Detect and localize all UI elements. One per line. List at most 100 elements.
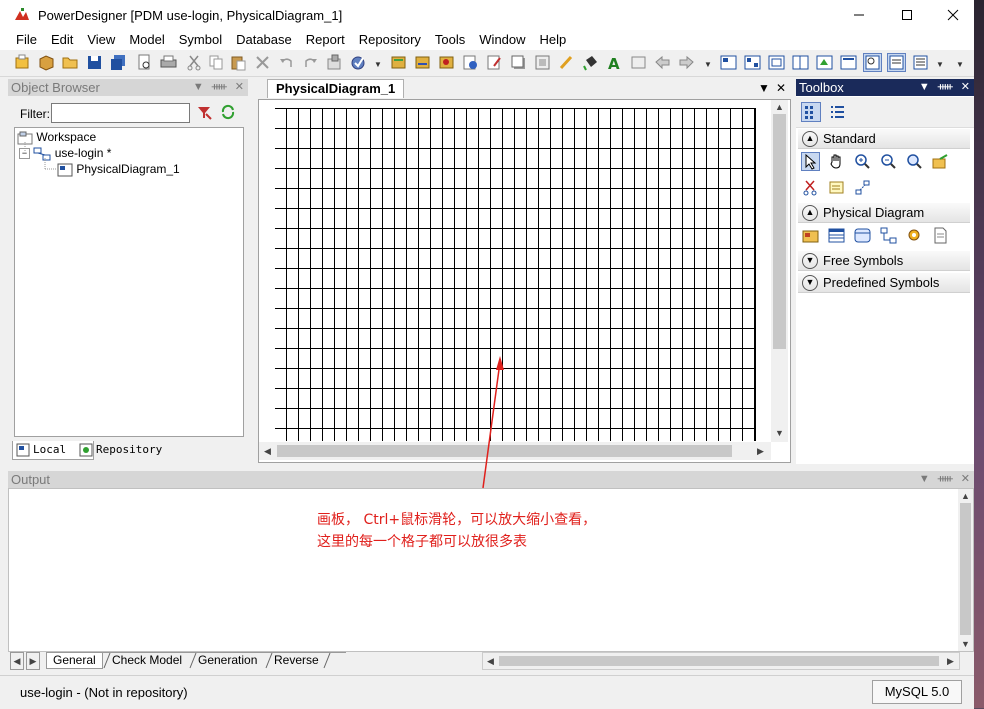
view-tool-icon[interactable] bbox=[854, 227, 871, 244]
output-scroll-down-icon[interactable]: ▼ bbox=[961, 639, 970, 649]
toolbox-menu-icon[interactable]: ▼ bbox=[919, 81, 930, 93]
fill-color-icon[interactable] bbox=[582, 54, 599, 71]
scroll-right-icon[interactable]: ▶ bbox=[757, 446, 764, 457]
toolbox-pin-icon[interactable]: ᚔ bbox=[938, 81, 953, 93]
new-model-icon[interactable] bbox=[14, 54, 31, 71]
redo-icon[interactable] bbox=[302, 54, 319, 71]
tab-physical-diagram[interactable]: PhysicalDiagram_1 bbox=[267, 79, 405, 98]
menu-repository[interactable]: Repository bbox=[352, 30, 428, 50]
note-icon[interactable] bbox=[630, 54, 647, 71]
menu-symbol[interactable]: Symbol bbox=[172, 30, 229, 50]
print-preview-icon[interactable] bbox=[136, 54, 153, 71]
clear-filter-icon[interactable] bbox=[196, 104, 212, 120]
scroll-left-icon[interactable]: ◀ bbox=[264, 446, 271, 457]
vertical-scroll-thumb[interactable] bbox=[773, 114, 786, 349]
reverse-engineer-icon[interactable] bbox=[414, 54, 431, 71]
package-tool-icon[interactable] bbox=[802, 227, 819, 244]
generate-database-icon[interactable] bbox=[390, 54, 407, 71]
output-h-scroll-thumb[interactable] bbox=[499, 656, 939, 666]
print-icon[interactable] bbox=[160, 54, 177, 71]
toolbar-overflow-3-icon[interactable]: ▼ bbox=[936, 60, 944, 69]
copy-icon[interactable] bbox=[208, 54, 225, 71]
save-all-icon[interactable] bbox=[110, 54, 127, 71]
properties-icon[interactable] bbox=[326, 54, 343, 71]
output-scroll-up-icon[interactable]: ▲ bbox=[961, 491, 970, 501]
open-folder-icon[interactable] bbox=[62, 54, 79, 71]
output-vertical-scrollbar[interactable]: ▲ ▼ bbox=[958, 489, 973, 651]
diagram-close-icon[interactable]: ✕ bbox=[776, 81, 786, 95]
reference-tool-icon[interactable] bbox=[880, 227, 897, 244]
menu-tools[interactable]: Tools bbox=[428, 30, 472, 50]
status-database[interactable]: MySQL 5.0 bbox=[872, 680, 962, 704]
menu-model[interactable]: Model bbox=[122, 30, 171, 50]
toolbox-group-free-symbols[interactable]: ▼ Free Symbols bbox=[798, 251, 970, 271]
procedure-tool-icon[interactable] bbox=[906, 227, 923, 244]
zoom-out-icon[interactable] bbox=[880, 153, 897, 170]
zoom-object-icon[interactable] bbox=[906, 153, 923, 170]
forward-icon[interactable] bbox=[678, 54, 695, 71]
toolbar-overflow-icon[interactable]: ▼ bbox=[374, 60, 382, 69]
toolbox-group-standard[interactable]: ▲ Standard bbox=[798, 129, 970, 149]
paste-icon[interactable] bbox=[230, 54, 247, 71]
outline-view-icon[interactable] bbox=[816, 54, 833, 71]
line-color-icon[interactable] bbox=[558, 54, 575, 71]
note-tool-icon[interactable] bbox=[828, 179, 845, 196]
model-view-icon[interactable] bbox=[720, 54, 737, 71]
cut-icon[interactable] bbox=[186, 54, 203, 71]
table-tool-icon[interactable] bbox=[828, 227, 845, 244]
delete-symbol-icon[interactable] bbox=[802, 179, 819, 196]
toolbox-toggle-icon[interactable] bbox=[863, 53, 882, 72]
tab-repository[interactable]: Repository bbox=[76, 441, 186, 459]
toolbox-close-icon[interactable]: ✕ bbox=[961, 81, 970, 93]
panel-close-icon[interactable]: ✕ bbox=[235, 81, 244, 93]
output-scroll-right-icon[interactable]: ▶ bbox=[947, 656, 954, 667]
scroll-up-icon[interactable]: ▲ bbox=[775, 102, 784, 112]
database-connect-icon[interactable] bbox=[438, 54, 455, 71]
delete-icon[interactable] bbox=[254, 54, 271, 71]
panel-menu-icon[interactable]: ▼ bbox=[193, 81, 204, 93]
pointer-icon[interactable] bbox=[801, 152, 820, 171]
menu-view[interactable]: View bbox=[80, 30, 122, 50]
result-list-icon[interactable] bbox=[912, 54, 929, 71]
horizontal-scroll-thumb[interactable] bbox=[277, 445, 732, 457]
hand-icon[interactable] bbox=[828, 153, 845, 170]
diagram-menu-icon[interactable]: ▼ bbox=[758, 81, 770, 95]
pin-icon[interactable]: ᚔ bbox=[212, 81, 227, 93]
toolbar-overflow-2-icon[interactable]: ▼ bbox=[704, 60, 712, 69]
vertical-scrollbar[interactable]: ▲ ▼ bbox=[771, 100, 788, 442]
large-icons-view-icon[interactable] bbox=[801, 102, 821, 122]
tree-item-diagram[interactable]: PhysicalDiagram_1 bbox=[57, 162, 180, 177]
menu-edit[interactable]: Edit bbox=[44, 30, 80, 50]
toolbar-overflow-4-icon[interactable]: ▼ bbox=[956, 60, 964, 69]
output-scroll-left-icon[interactable]: ◀ bbox=[487, 656, 494, 667]
file-tool-icon[interactable] bbox=[932, 227, 949, 244]
close-button[interactable] bbox=[930, 0, 976, 30]
list-view-icon[interactable] bbox=[828, 103, 846, 121]
output-close-icon[interactable]: ✕ bbox=[961, 473, 970, 485]
filter-input[interactable] bbox=[51, 103, 190, 123]
output-menu-icon[interactable]: ▼ bbox=[919, 473, 930, 485]
execute-sql-icon[interactable] bbox=[462, 54, 479, 71]
shadow-icon[interactable] bbox=[510, 54, 527, 71]
zoom-in-icon[interactable] bbox=[854, 153, 871, 170]
format-icon[interactable] bbox=[534, 54, 551, 71]
menu-database[interactable]: Database bbox=[229, 30, 299, 50]
scroll-down-icon[interactable]: ▼ bbox=[775, 428, 784, 438]
link-tool-icon[interactable] bbox=[854, 179, 871, 196]
minimize-button[interactable] bbox=[836, 0, 882, 30]
maximize-button[interactable] bbox=[884, 0, 930, 30]
tile-view-icon[interactable] bbox=[792, 54, 809, 71]
diagram-window-icon[interactable] bbox=[840, 54, 857, 71]
output-scroll-thumb[interactable] bbox=[960, 503, 971, 635]
grid-view-icon[interactable] bbox=[744, 54, 761, 71]
edit-script-icon[interactable] bbox=[486, 54, 503, 71]
toolbox-group-predefined-symbols[interactable]: ▼ Predefined Symbols bbox=[798, 273, 970, 293]
check-model-icon[interactable] bbox=[350, 54, 367, 71]
page-view-icon[interactable] bbox=[768, 54, 785, 71]
output-horizontal-scrollbar[interactable]: ◀ ▶ bbox=[482, 652, 960, 670]
menu-report[interactable]: Report bbox=[299, 30, 352, 50]
back-icon[interactable] bbox=[654, 54, 671, 71]
output-pin-icon[interactable]: ᚔ bbox=[938, 473, 953, 485]
undo-icon[interactable] bbox=[278, 54, 295, 71]
toolbox-group-physical-diagram[interactable]: ▲ Physical Diagram bbox=[798, 203, 970, 223]
